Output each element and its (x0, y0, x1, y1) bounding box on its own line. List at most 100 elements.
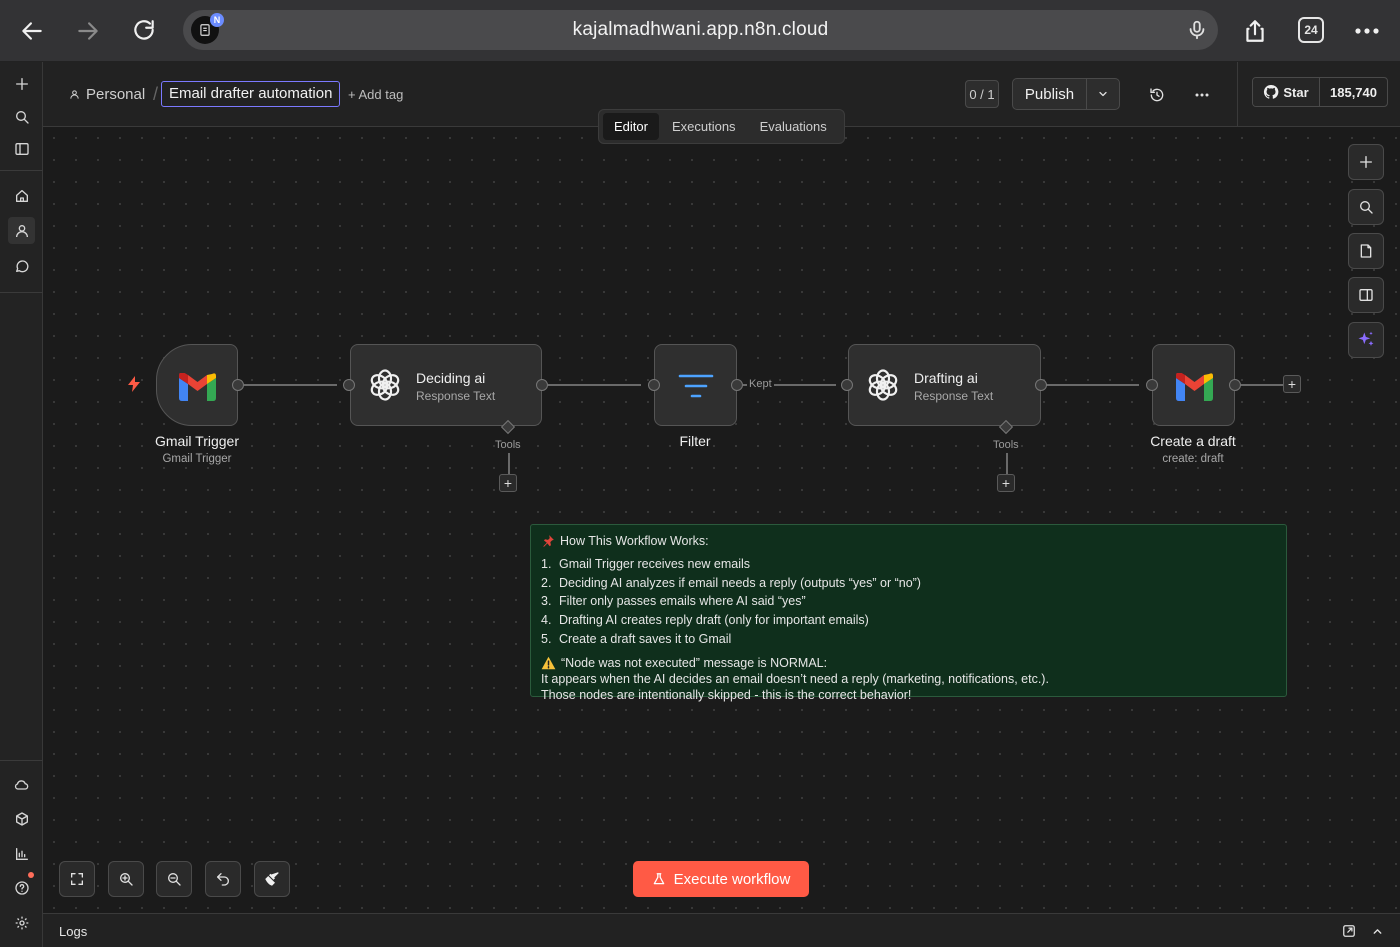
sidebar-search-button[interactable] (8, 103, 35, 130)
tab-editor[interactable]: Editor (603, 113, 659, 140)
connection (1046, 384, 1139, 386)
node-deciding-ai[interactable]: Deciding ai Response Text (350, 344, 542, 426)
reload-button[interactable] (127, 14, 161, 48)
chevron-up-icon[interactable] (1371, 925, 1384, 938)
add-tag-button[interactable]: + Add tag (348, 87, 403, 102)
tools-connection (1006, 453, 1008, 474)
sidebar-item-settings[interactable] (8, 909, 35, 936)
list-item: 2. Deciding AI analyzes if email needs a … (541, 575, 921, 590)
input-port[interactable] (841, 379, 853, 391)
home-icon (15, 189, 28, 202)
node-gmail-trigger[interactable] (156, 344, 238, 426)
tab-evaluations[interactable]: Evaluations (749, 113, 838, 140)
arrow-left-icon (22, 22, 42, 40)
add-node-button[interactable] (1348, 144, 1384, 180)
history-button[interactable] (1145, 83, 1169, 107)
share-button[interactable] (1238, 14, 1272, 48)
plus-icon (15, 77, 28, 90)
microphone-button[interactable] (1186, 18, 1208, 42)
tools-connection (508, 453, 510, 474)
workflow-name-input[interactable]: Email drafter automation (161, 81, 341, 107)
forward-button[interactable] (71, 14, 105, 48)
execute-workflow-label: Execute workflow (673, 870, 791, 888)
publish-button[interactable]: Publish (1013, 79, 1087, 109)
output-port[interactable] (232, 379, 244, 391)
input-port[interactable] (343, 379, 355, 391)
logs-panel-bar[interactable]: Logs (43, 913, 1400, 947)
filter-icon (678, 374, 714, 398)
zoom-in-button[interactable] (108, 861, 144, 897)
github-star-label: Star (1253, 78, 1320, 106)
sidebar-create-button[interactable] (8, 70, 35, 97)
sticky-note-title: How This Workflow Works: (541, 533, 1276, 549)
node-label: Filter (679, 433, 711, 449)
address-bar[interactable]: N kajalmadhwani.app.n8n.cloud (183, 10, 1218, 50)
input-port[interactable] (1146, 379, 1158, 391)
panel-right-icon (1359, 289, 1373, 301)
undo-button[interactable] (205, 861, 241, 897)
browser-toolbar: N kajalmadhwani.app.n8n.cloud 24 (0, 0, 1400, 62)
plus-icon (1360, 156, 1372, 168)
toggle-panel-button[interactable] (1348, 277, 1384, 313)
chat-bubble-icon (15, 259, 28, 272)
search-nodes-button[interactable] (1348, 189, 1384, 225)
connection (1241, 384, 1283, 386)
sidebar-item-chat[interactable] (8, 252, 35, 279)
github-star-count: 185,740 (1330, 84, 1377, 100)
breadcrumb[interactable]: Personal (69, 86, 145, 103)
notification-dot (28, 872, 34, 878)
back-button[interactable] (15, 14, 49, 48)
ai-assistant-button[interactable] (1348, 322, 1384, 358)
warning-title: “Node was not executed” message is NORMA… (541, 655, 1276, 671)
workflow-canvas[interactable]: Editor Executions Evaluations Kept Gmail… (43, 109, 1400, 913)
execute-workflow-button[interactable]: Execute workflow (633, 861, 809, 897)
zoom-out-button[interactable] (156, 861, 192, 897)
tabs-count-button[interactable]: 24 (1298, 17, 1324, 43)
output-port[interactable] (536, 379, 548, 391)
output-port[interactable] (1035, 379, 1047, 391)
pop-out-icon[interactable] (1342, 924, 1356, 938)
tidy-up-button[interactable] (254, 861, 290, 897)
github-star-button[interactable]: Star 185,740 (1252, 77, 1388, 107)
breadcrumb-owner: Personal (86, 86, 146, 103)
filter-output-label: Kept (747, 378, 774, 390)
output-port[interactable] (1229, 379, 1241, 391)
tab-executions[interactable]: Executions (661, 113, 747, 140)
sidebar-collapse-button[interactable] (8, 135, 35, 162)
node-create-draft[interactable] (1152, 344, 1235, 426)
browser-menu-button[interactable] (1350, 14, 1384, 48)
sticky-note[interactable]: How This Workflow Works: 1. Gmail Trigger… (530, 524, 1287, 702)
github-icon (1264, 84, 1279, 99)
list-item: 4. Drafting AI creates reply draft (only … (541, 613, 869, 628)
add-next-node-button[interactable]: + (1283, 375, 1301, 393)
fit-view-button[interactable] (59, 861, 95, 897)
sidebar-item-templates[interactable] (8, 805, 35, 832)
sidebar-divider (0, 760, 43, 761)
publish-button-group: Publish (1012, 78, 1120, 110)
workflow-menu-button[interactable] (1190, 83, 1214, 107)
user-icon (15, 224, 28, 237)
sidebar-item-help[interactable] (8, 872, 35, 901)
output-port[interactable] (731, 379, 743, 391)
list-item: 3. Filter only passes emails where AI sai… (541, 594, 806, 609)
add-sticky-note-button[interactable] (1348, 233, 1384, 269)
history-icon (1150, 88, 1164, 102)
flask-icon (653, 873, 664, 885)
node-drafting-ai[interactable]: Drafting ai Response Text (848, 344, 1041, 426)
add-tool-button[interactable]: + (499, 474, 517, 492)
sidebar-item-cloud[interactable] (8, 771, 35, 798)
sidebar-item-personal[interactable] (8, 217, 35, 244)
list-item: 1. Gmail Trigger receives new emails (541, 557, 751, 571)
input-port[interactable] (648, 379, 660, 391)
sidebar-item-insights[interactable] (8, 840, 35, 867)
microphone-icon (1189, 20, 1205, 40)
workflow-steps-list: 1. Gmail Trigger receives new emails 2. De… (541, 555, 1276, 649)
sidebar-item-overview[interactable] (8, 182, 35, 209)
github-star-area: Star 185,740 (1237, 62, 1400, 127)
connection (244, 384, 337, 386)
add-tool-button[interactable]: + (997, 474, 1015, 492)
warning-line: Those nodes are intentionally skipped - … (541, 687, 912, 702)
gmail-icon (1176, 373, 1213, 401)
publish-options-button[interactable] (1087, 79, 1119, 109)
node-filter[interactable] (654, 344, 737, 426)
